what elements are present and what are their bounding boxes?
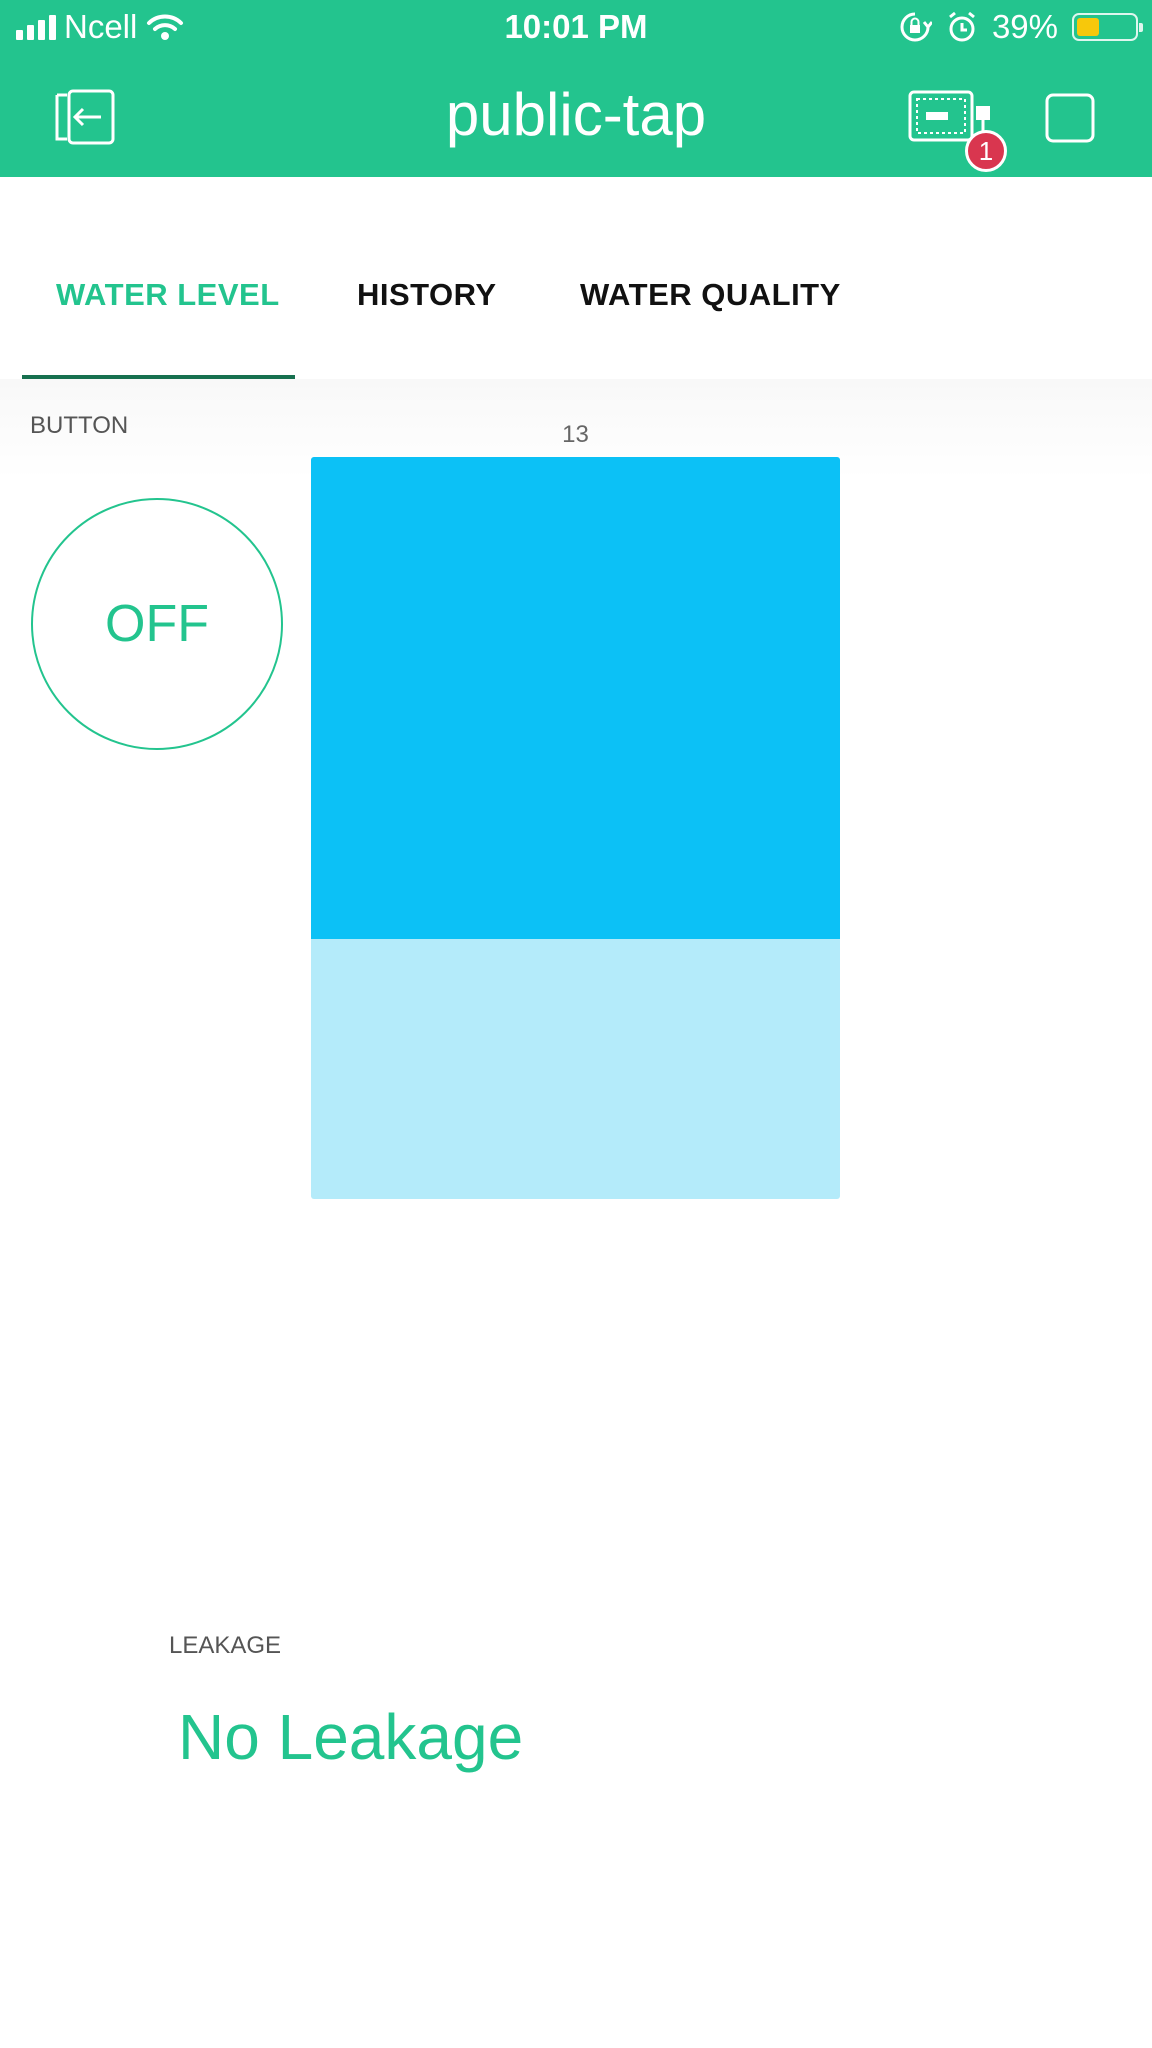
- status-bar: Ncell 10:01 PM 39%: [0, 0, 1152, 58]
- water-level-gauge: [311, 457, 840, 1199]
- battery-percent: 39%: [991, 8, 1058, 45]
- battery-fill: [1077, 18, 1100, 36]
- leakage-status: No Leakage: [178, 1701, 524, 1773]
- tab-history[interactable]: HISTORY: [357, 277, 497, 313]
- power-toggle-button[interactable]: OFF: [31, 498, 283, 750]
- notification-badge: 1: [965, 130, 1007, 172]
- leakage-label: LEAKAGE: [169, 1632, 282, 1659]
- stop-button[interactable]: [1040, 88, 1100, 148]
- power-toggle-state: OFF: [105, 595, 209, 653]
- tab-bar: WATER LEVEL HISTORY WATER QUALITY: [0, 177, 1152, 380]
- battery-icon: [1072, 13, 1143, 41]
- water-level-fill: [311, 457, 840, 940]
- stop-icon: [1045, 93, 1095, 143]
- tab-water-quality[interactable]: WATER QUALITY: [580, 277, 841, 313]
- status-right: 39%: [898, 8, 1143, 46]
- button-widget-label: BUTTON: [30, 412, 129, 439]
- rotation-lock-icon: [900, 12, 932, 42]
- alarm-icon: [949, 11, 975, 42]
- water-level-value: 13: [562, 421, 589, 448]
- tab-water-level[interactable]: WATER LEVEL: [56, 277, 280, 313]
